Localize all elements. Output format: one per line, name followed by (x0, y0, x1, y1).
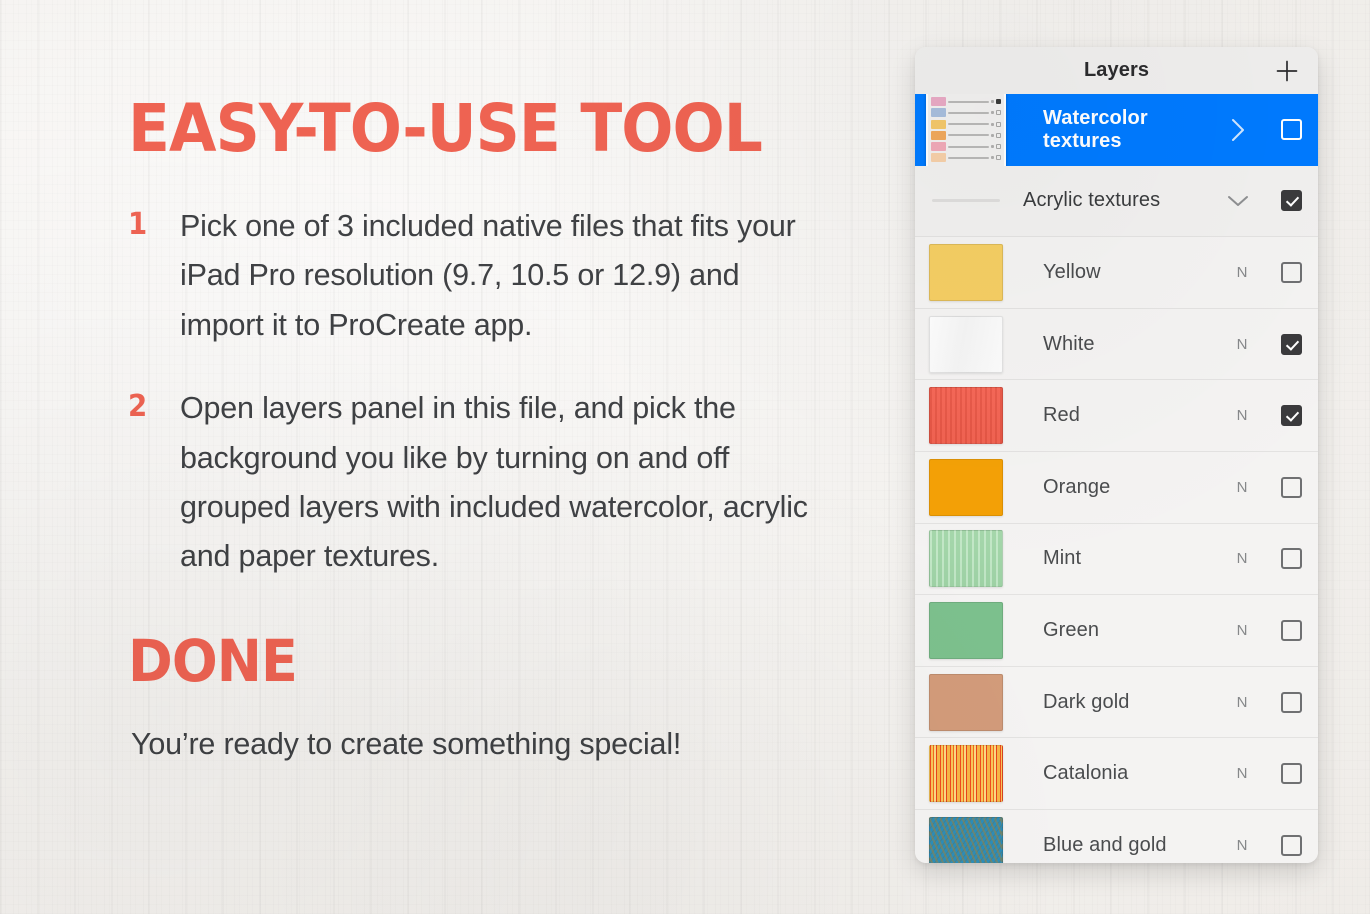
visibility-checkbox (1280, 763, 1302, 785)
visibility-checkbox (1280, 261, 1302, 283)
blend-mode-label[interactable]: N (1220, 479, 1264, 496)
visibility-checkbox (1280, 476, 1302, 498)
thumbnail-cell (915, 458, 1017, 516)
layer-name: Catalonia (1043, 762, 1129, 785)
visibility-toggle[interactable] (1264, 834, 1318, 856)
layer-group-label: Watercolor textures (1043, 106, 1148, 152)
visibility-checkbox (1280, 548, 1302, 570)
step-number: 2 (128, 389, 148, 425)
layer-name: Yellow (1043, 260, 1101, 283)
visibility-checkbox (1280, 691, 1302, 713)
visibility-toggle[interactable] (1264, 190, 1318, 212)
visibility-toggle[interactable] (1264, 619, 1318, 641)
blend-mode-label[interactable]: N (1220, 407, 1264, 424)
blend-mode-label[interactable]: N (1220, 765, 1264, 782)
layer-thumbnail (929, 387, 1003, 445)
blend-mode-label[interactable]: N (1220, 694, 1264, 711)
layer-thumbnail (929, 243, 1003, 301)
thumbnail-cell (915, 745, 1017, 803)
step-item: 2 Open layers panel in this file, and pi… (128, 384, 828, 582)
thumbnail-cell (915, 530, 1017, 588)
layer-group-watercolor-textures[interactable]: Watercolor textures (915, 94, 1318, 169)
visibility-toggle[interactable] (1264, 405, 1318, 427)
steps-list: 1 Pick one of 3 included native files th… (128, 202, 828, 582)
layer-thumbnail (929, 458, 1003, 516)
visibility-toggle[interactable] (1264, 691, 1318, 713)
layer-thumbnail (929, 315, 1003, 373)
visibility-toggle[interactable] (1264, 333, 1318, 355)
plus-icon[interactable] (1275, 59, 1299, 83)
visibility-checkbox (1280, 405, 1302, 427)
layer-row[interactable]: Red N (915, 380, 1318, 452)
visibility-checkbox (1280, 333, 1302, 355)
layer-row[interactable]: Catalonia N (915, 738, 1318, 810)
step-number: 1 (128, 207, 148, 242)
step-item: 1 Pick one of 3 included native files th… (128, 202, 828, 350)
group-divider-line (932, 199, 1000, 203)
layer-row[interactable]: Dark gold N (915, 666, 1318, 739)
page-title: EASY-TO-USE TOOL (128, 90, 763, 167)
panel-title: Layers (1083, 59, 1150, 81)
done-subtext: You’re ready to create something special… (131, 726, 682, 761)
thumbnail-cell (915, 315, 1017, 373)
visibility-checkbox (1280, 190, 1302, 212)
thumbnail-cell (915, 199, 1017, 203)
layers-list: Watercolor textures Acrylic textures Yel… (915, 94, 1318, 863)
layer-name: Mint (1043, 547, 1082, 570)
layer-thumbnail (929, 816, 1003, 863)
layer-name: Blue and gold (1043, 833, 1167, 856)
layer-row[interactable]: Orange N (915, 451, 1318, 524)
blend-mode-label[interactable]: N (1220, 622, 1264, 639)
layer-group-label: Acrylic textures (1023, 189, 1161, 212)
layer-name: Dark gold (1043, 690, 1130, 713)
blend-mode-label[interactable]: N (1220, 264, 1264, 281)
layer-row[interactable]: Blue and gold N (915, 809, 1318, 863)
done-block: DONE You’re ready to create something sp… (128, 632, 828, 766)
thumbnail-cell (915, 673, 1017, 731)
visibility-toggle[interactable] (1264, 476, 1318, 498)
layer-name: Green (1043, 618, 1100, 641)
layer-group-acrylic-textures[interactable]: Acrylic textures (915, 165, 1318, 238)
layer-name: White (1043, 332, 1095, 355)
visibility-toggle[interactable] (1264, 261, 1318, 283)
layers-panel: Layers Watercolor textures Acrylic textu… (915, 47, 1318, 863)
chevron-right-icon[interactable] (1212, 116, 1264, 144)
layer-name: Orange (1043, 475, 1111, 498)
layer-row[interactable]: Green N (915, 595, 1318, 667)
step-text: Pick one of 3 included native files that… (180, 209, 796, 342)
layer-row[interactable]: Mint N (915, 523, 1318, 596)
visibility-toggle[interactable] (1264, 763, 1318, 785)
layers-panel-header: Layers (915, 47, 1318, 94)
layer-group-thumbnail (926, 94, 1006, 169)
thumbnail-cell (915, 816, 1017, 863)
visibility-checkbox (1280, 619, 1302, 641)
thumbnail-cell (915, 387, 1017, 445)
promo-text-column: EASY-TO-USE TOOL 1 Pick one of 3 include… (128, 96, 828, 766)
blend-mode-label[interactable]: N (1220, 837, 1264, 854)
visibility-toggle[interactable] (1264, 548, 1318, 570)
thumbnail-cell (915, 601, 1017, 659)
blend-mode-label[interactable]: N (1220, 336, 1264, 353)
promo-page: EASY-TO-USE TOOL 1 Pick one of 3 include… (0, 0, 1370, 914)
thumbnail-cell (915, 243, 1017, 301)
layer-name: Red (1043, 404, 1080, 427)
visibility-checkbox (1280, 119, 1302, 141)
layer-row[interactable]: Yellow N (915, 237, 1318, 309)
thumbnail-cell (915, 94, 1017, 169)
visibility-toggle[interactable] (1264, 119, 1318, 141)
visibility-checkbox (1280, 834, 1302, 856)
layer-thumbnail (929, 745, 1003, 803)
layer-thumbnail (929, 530, 1003, 588)
step-text: Open layers panel in this file, and pick… (180, 391, 808, 574)
chevron-down-icon[interactable] (1212, 192, 1264, 210)
blend-mode-label[interactable]: N (1220, 550, 1264, 567)
layer-row[interactable]: White N (915, 308, 1318, 381)
layer-thumbnail (929, 673, 1003, 731)
layer-thumbnail (929, 601, 1003, 659)
done-heading: DONE (128, 626, 298, 695)
